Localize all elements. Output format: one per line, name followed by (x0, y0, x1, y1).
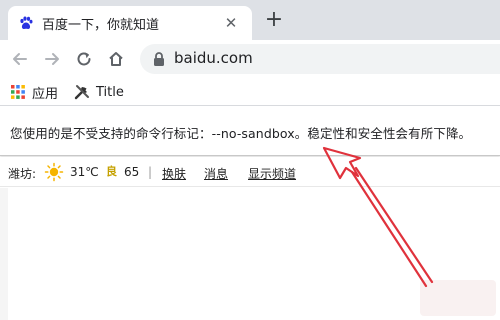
apps-grid-icon (11, 85, 25, 99)
aqi-value: 65 (124, 165, 140, 179)
home-button[interactable] (104, 47, 128, 71)
bookmark-title[interactable]: Title (74, 83, 124, 101)
forward-button[interactable] (40, 47, 64, 71)
tab-title: 百度一下，你就知道 (42, 18, 160, 33)
aqi-badge: 良 (106, 165, 117, 178)
active-tab[interactable]: 百度一下，你就知道 ✕ (8, 6, 252, 40)
browser-toolbar: baidu.com (0, 40, 500, 78)
skin-link[interactable]: 换肤 (162, 165, 186, 182)
messages-link[interactable]: 消息 (204, 165, 228, 182)
arrow-left-icon (13, 53, 27, 65)
watermark (420, 280, 496, 316)
url-text[interactable]: baidu.com (174, 49, 253, 67)
infobar-message: 您使用的是不受支持的命令行标记：--no-sandbox。稳定性和安全性会有所下… (10, 126, 472, 141)
tools-icon (74, 85, 89, 100)
baidu-paw-icon (20, 16, 33, 29)
bookmark-apps[interactable]: 应用 (10, 83, 59, 102)
tab-strip: 百度一下，你就知道 ✕ + (0, 0, 500, 40)
separator: | (148, 165, 153, 179)
show-channel-link[interactable]: 显示频道 (248, 165, 296, 182)
reload-icon (77, 52, 91, 66)
bookmark-apps-label: 应用 (32, 86, 59, 102)
home-icon (109, 52, 123, 66)
unsupported-flag-infobar: 您使用的是不受支持的命令行标记：--no-sandbox。稳定性和安全性会有所下… (0, 106, 500, 156)
address-bar[interactable]: baidu.com (140, 44, 500, 74)
temperature: 31℃ (70, 165, 99, 179)
close-tab-icon[interactable]: ✕ (222, 14, 240, 32)
sun-icon (44, 162, 64, 182)
bookmark-title-label: Title (96, 84, 124, 100)
new-tab-button[interactable]: + (262, 8, 286, 32)
page-left-edge (0, 188, 8, 320)
bookmarks-bar: 应用 Title (0, 78, 500, 106)
lock-icon[interactable] (152, 51, 166, 67)
reload-button[interactable] (72, 47, 96, 71)
city-label: 潍坊: (8, 167, 37, 181)
arrow-right-icon (45, 53, 59, 65)
back-button[interactable] (8, 47, 32, 71)
baidu-top-bar: 潍坊: 31℃ 良 65 | 换肤 消息 显示频道 (0, 157, 500, 187)
